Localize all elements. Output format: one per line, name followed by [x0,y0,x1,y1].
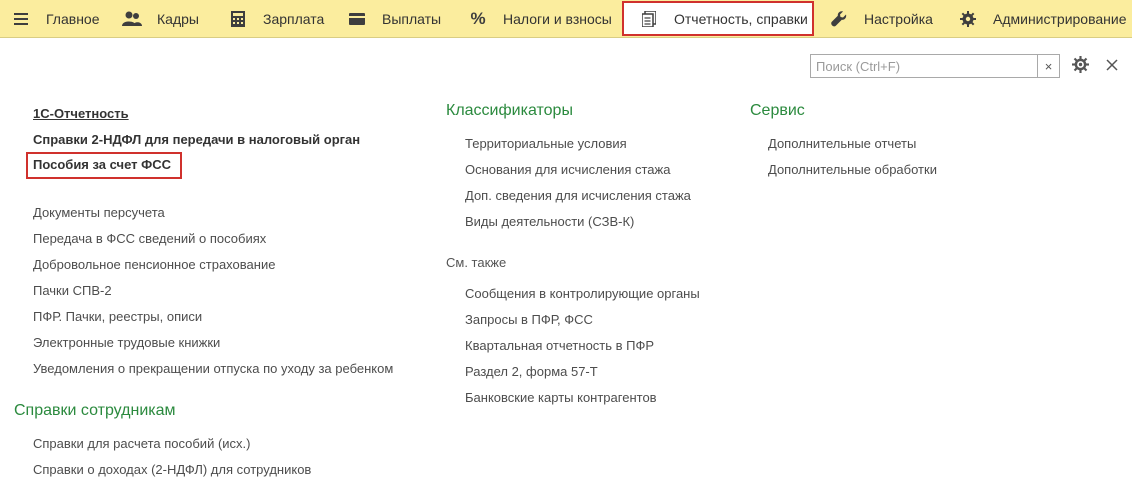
wrench-icon [828,8,850,30]
link-1c-reporting[interactable]: 1С-Отчетность [33,106,129,121]
link-voluntary-pension-insurance[interactable]: Добровольное пенсионное страхование [33,257,275,272]
link-seniority-grounds[interactable]: Основания для исчисления стажа [465,162,670,177]
menu-item-settings[interactable]: Настройка [828,0,933,38]
menu-item-label: Администрирование [993,11,1127,27]
calculator-icon [227,8,249,30]
percent-icon: % [470,9,486,28]
main-menu-bar: Главное Кадры Зарплата Выплаты % Налоги … [0,0,1132,38]
link-additional-reports[interactable]: Дополнительные отчеты [768,136,916,151]
link-fss-benefits[interactable]: Пособия за счет ФСС [33,157,171,172]
link-counterparty-bank-cards[interactable]: Банковские карты контрагентов [465,390,657,405]
search-placeholder: Поиск (Ctrl+F) [816,58,901,74]
menu-item-label: Зарплата [263,11,325,27]
heading-see-also: См. также [446,255,507,270]
link-fss-benefits-transfer[interactable]: Передача в ФСС сведений о пособиях [33,231,266,246]
wallet-icon [346,8,368,30]
link-income-certificates[interactable]: Справки о доходах (2-НДФЛ) для сотрудник… [33,462,311,477]
link-electronic-work-books[interactable]: Электронные трудовые книжки [33,335,220,350]
menu-item-label: Настройка [864,11,933,27]
gear-icon [957,8,979,30]
link-territorial-conditions[interactable]: Территориальные условия [465,136,627,151]
menu-item-personnel[interactable]: Кадры [121,0,199,38]
link-seniority-extra-info[interactable]: Доп. сведения для исчисления стажа [465,188,691,203]
close-button[interactable] [1102,56,1122,76]
close-icon [1106,58,1118,74]
search-clear-button[interactable]: × [1038,54,1060,78]
heading-classifiers: Классификаторы [446,102,573,119]
users-icon [121,8,143,30]
heading-service: Сервис [750,102,805,119]
menu-item-label: Главное [46,11,100,27]
heading-employee-certificates: Справки сотрудникам [14,402,176,419]
link-pfr-packs-registers[interactable]: ПФР. Пачки, реестры, описи [33,309,202,324]
link-personal-records-documents[interactable]: Документы персучета [33,205,165,220]
menu-item-reports[interactable]: Отчетность, справки [622,1,814,36]
link-quarterly-pfr-reporting[interactable]: Квартальная отчетность в ПФР [465,338,654,353]
hamburger-icon [10,8,32,30]
search-input[interactable]: Поиск (Ctrl+F) [810,54,1038,78]
settings-button[interactable] [1070,56,1090,76]
link-activity-types[interactable]: Виды деятельности (СЗВ-К) [465,214,634,229]
link-spv2-packs[interactable]: Пачки СПВ-2 [33,283,112,298]
menu-item-payments[interactable]: Выплаты [346,0,441,38]
menu-item-administration[interactable]: Администрирование [957,0,1127,38]
clear-icon: × [1044,58,1053,74]
link-benefit-calculation-certificates[interactable]: Справки для расчета пособий (исх.) [33,436,250,451]
menu-item-salary[interactable]: Зарплата [227,0,324,38]
link-pfr-fss-requests[interactable]: Запросы в ПФР, ФСС [465,312,593,327]
documents-icon [638,8,660,30]
gear-icon [1071,56,1089,76]
menu-item-label: Отчетность, справки [674,10,808,27]
menu-item-label: Кадры [157,11,199,27]
menu-item-label: Выплаты [382,11,442,27]
link-additional-processing[interactable]: Дополнительные обработки [768,162,937,177]
link-messages-to-authorities[interactable]: Сообщения в контролирующие органы [465,286,700,301]
link-2ndfl-tax-authority[interactable]: Справки 2-НДФЛ для передачи в налоговый … [33,132,360,147]
menu-item-main[interactable]: Главное [10,0,100,38]
menu-item-taxes[interactable]: % Налоги и взносы [467,0,612,38]
link-form-57t-section2[interactable]: Раздел 2, форма 57-Т [465,364,598,379]
link-childcare-leave-notices[interactable]: Уведомления о прекращении отпуска по ухо… [33,361,393,376]
menu-item-label: Налоги и взносы [503,11,612,27]
